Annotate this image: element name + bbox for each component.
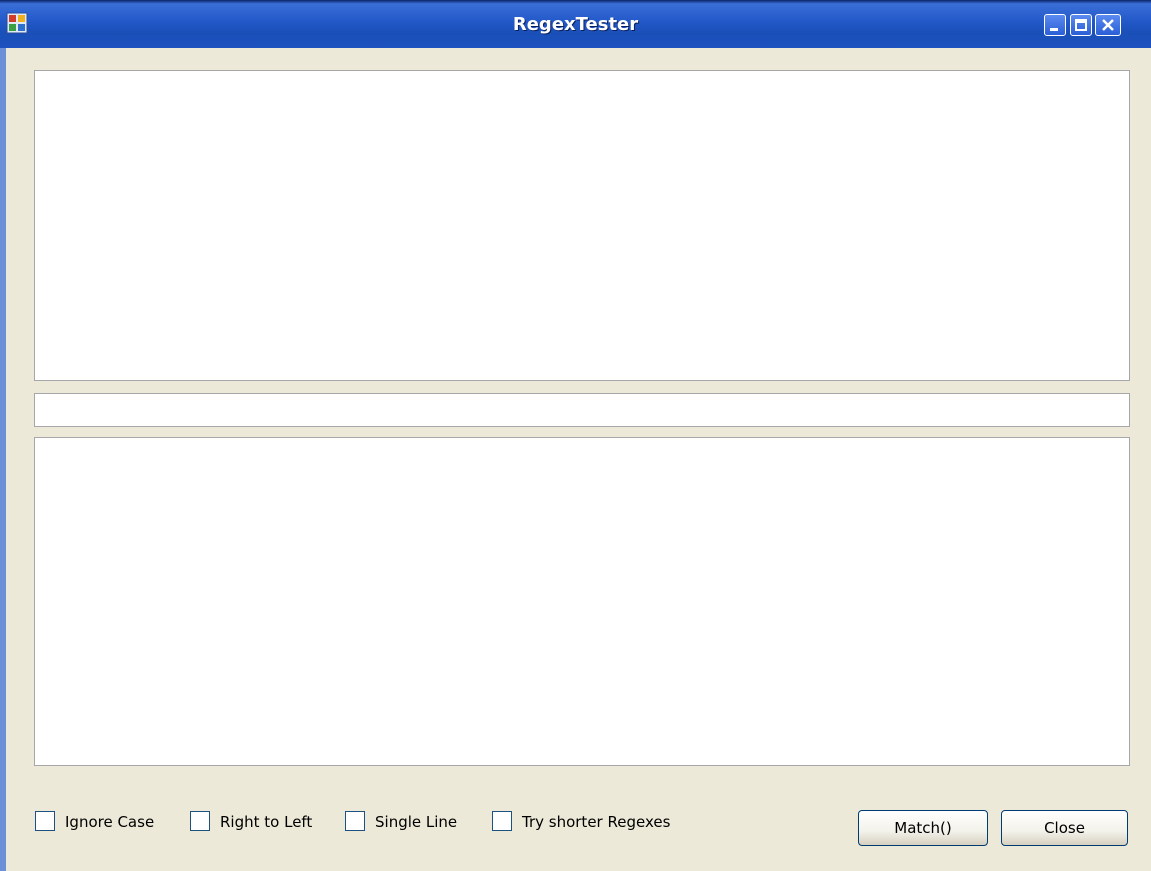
source-text-area[interactable] — [34, 70, 1130, 381]
minimize-button[interactable] — [1044, 14, 1066, 36]
close-icon — [1102, 19, 1114, 31]
regex-pattern-input[interactable] — [34, 393, 1130, 427]
checkbox-box[interactable] — [35, 811, 55, 831]
close-window-button[interactable] — [1095, 14, 1121, 36]
close-button[interactable]: Close — [1001, 810, 1128, 846]
checkbox-box[interactable] — [345, 811, 365, 831]
match-button[interactable]: Match() — [858, 810, 988, 846]
checkbox-label: Try shorter Regexes — [522, 813, 671, 831]
checkbox-label: Right to Left — [220, 813, 313, 831]
window-frame-left — [0, 48, 6, 871]
checkbox-label: Single Line — [375, 813, 458, 831]
regex-tester-window: RegexTester Ignore Case Right to Left Si… — [0, 0, 1151, 871]
window-title: RegexTester — [512, 14, 639, 35]
results-text-area[interactable] — [34, 437, 1130, 766]
maximize-button[interactable] — [1070, 14, 1092, 36]
title-bar[interactable]: RegexTester — [0, 0, 1151, 48]
checkbox-label: Ignore Case — [65, 813, 155, 831]
checkbox-box[interactable] — [190, 811, 210, 831]
checkbox-box[interactable] — [492, 811, 512, 831]
app-icon — [6, 12, 28, 34]
maximize-icon — [1075, 19, 1087, 31]
minimize-icon — [1050, 28, 1058, 31]
